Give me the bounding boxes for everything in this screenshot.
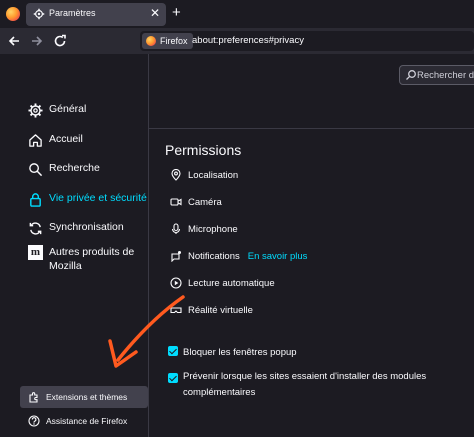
microphone-icon bbox=[171, 223, 181, 234]
sidebar-divider bbox=[148, 54, 149, 437]
sidebar-item-label: Vie privée et sécurité bbox=[49, 192, 147, 204]
sidebar-item-label: Accueil bbox=[49, 133, 83, 145]
sidebar-item-sync[interactable]: Synchronisation bbox=[28, 221, 124, 236]
url-bar[interactable]: Firefox about:preferences#privacy bbox=[140, 31, 474, 51]
permissions-heading: Permissions bbox=[165, 142, 242, 158]
location-icon bbox=[171, 169, 181, 181]
permission-camera[interactable]: Caméra bbox=[170, 196, 222, 208]
block-popups-checkbox[interactable] bbox=[168, 346, 178, 356]
sidebar-item-search[interactable]: Recherche bbox=[28, 162, 100, 177]
notification-icon bbox=[171, 251, 181, 262]
sidebar-item-label: Recherche bbox=[49, 162, 100, 174]
gear-icon bbox=[33, 8, 45, 20]
autoplay-icon bbox=[170, 277, 182, 289]
permission-vr[interactable]: Réalité virtuelle bbox=[170, 304, 253, 316]
camera-icon bbox=[170, 198, 182, 206]
gear-icon bbox=[28, 103, 43, 118]
mozilla-icon: m bbox=[28, 245, 43, 260]
permission-microphone[interactable]: Microphone bbox=[170, 223, 238, 235]
preferences-page: Général Accueil Recherche Vie privée et … bbox=[0, 54, 474, 437]
identity-box[interactable]: Firefox bbox=[142, 33, 193, 49]
sidebar-item-privacy[interactable]: Vie privée et sécurité bbox=[28, 192, 147, 207]
tab-settings[interactable]: Paramètres ✕ bbox=[26, 3, 166, 26]
sidebar-item-label: Synchronisation bbox=[49, 221, 124, 233]
permission-label: Réalité virtuelle bbox=[188, 304, 253, 316]
block-popups-option[interactable]: Bloquer les fenêtres popup bbox=[168, 345, 433, 361]
navigation-toolbar: Firefox about:preferences#privacy bbox=[0, 28, 474, 54]
back-arrow-icon[interactable] bbox=[7, 34, 21, 48]
firefox-logo-icon bbox=[146, 36, 156, 46]
puzzle-icon bbox=[29, 392, 38, 403]
permission-label: Notifications bbox=[188, 250, 240, 262]
checkbox-label: Prévenir lorsque les sites essaient d'in… bbox=[183, 371, 427, 398]
sync-icon bbox=[29, 222, 42, 235]
sidebar-item-extensions[interactable]: Extensions et thèmes bbox=[20, 386, 148, 408]
permission-label: Microphone bbox=[188, 223, 238, 235]
reload-icon[interactable] bbox=[53, 34, 67, 48]
new-tab-button[interactable]: + bbox=[172, 4, 181, 22]
close-tab-icon[interactable]: ✕ bbox=[150, 7, 160, 19]
sidebar-item-label: Général bbox=[49, 103, 87, 115]
search-icon bbox=[29, 163, 43, 177]
sidebar-item-label: Extensions et thèmes bbox=[46, 392, 128, 402]
firefox-logo-icon bbox=[6, 7, 20, 21]
permission-location[interactable]: Localisation bbox=[170, 169, 238, 181]
sidebar-item-mozilla[interactable]: m Autres produits de Mozilla bbox=[28, 245, 138, 273]
sidebar-item-label: Autres produits de Mozilla bbox=[49, 246, 135, 272]
tab-label: Paramètres bbox=[49, 8, 96, 18]
permission-label: Localisation bbox=[188, 169, 239, 181]
sidebar-item-support[interactable]: Assistance de Firefox bbox=[20, 410, 148, 432]
learn-more-link[interactable]: En savoir plus bbox=[248, 251, 308, 262]
url-text[interactable]: about:preferences#privacy bbox=[192, 35, 304, 46]
identity-label: Firefox bbox=[160, 36, 188, 46]
vr-icon bbox=[170, 307, 182, 314]
settings-search[interactable] bbox=[399, 65, 474, 85]
lock-icon bbox=[30, 193, 41, 207]
permission-notifications[interactable]: Notifications En savoir plus bbox=[170, 250, 307, 262]
checkbox-label: Bloquer les fenêtres popup bbox=[183, 347, 297, 358]
header-divider bbox=[148, 128, 474, 129]
sidebar-item-general[interactable]: Général bbox=[28, 103, 86, 118]
permission-autoplay[interactable]: Lecture automatique bbox=[170, 277, 275, 289]
sidebar-item-label: Assistance de Firefox bbox=[46, 416, 128, 426]
warn-addons-checkbox[interactable] bbox=[168, 373, 178, 383]
sidebar-item-home[interactable]: Accueil bbox=[28, 133, 83, 148]
permission-label: Lecture automatique bbox=[188, 277, 275, 289]
search-input[interactable] bbox=[417, 68, 474, 82]
tab-strip: Paramètres ✕ + bbox=[0, 0, 474, 28]
home-icon bbox=[29, 134, 42, 147]
search-icon bbox=[406, 70, 416, 80]
help-icon bbox=[28, 415, 40, 427]
forward-arrow-icon[interactable] bbox=[30, 34, 44, 48]
warn-addons-option[interactable]: Prévenir lorsque les sites essaient d'in… bbox=[168, 369, 433, 401]
permission-label: Caméra bbox=[188, 196, 222, 208]
